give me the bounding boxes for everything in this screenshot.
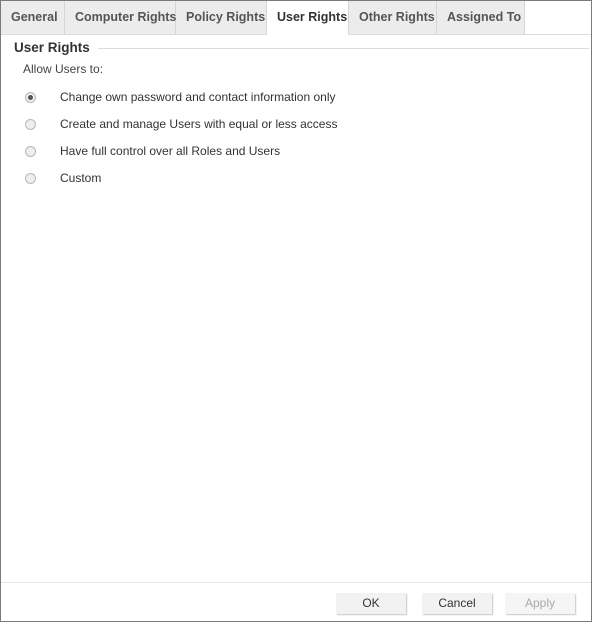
cancel-button[interactable]: Cancel xyxy=(422,593,492,614)
tab-policy-rights[interactable]: Policy Rights xyxy=(176,1,267,34)
radio-option-create-manage-users[interactable]: Create and manage Users with equal or le… xyxy=(25,117,337,131)
tab-other-rights[interactable]: Other Rights xyxy=(349,1,437,34)
tab-general[interactable]: General xyxy=(1,1,65,34)
radio-button-checked[interactable] xyxy=(25,91,36,103)
radio-label: Create and manage Users with equal or le… xyxy=(60,117,338,131)
radio-label: Change own password and contact informat… xyxy=(60,90,336,104)
radio-label: Have full control over all Roles and Use… xyxy=(60,144,281,158)
tab-assigned-to[interactable]: Assigned To xyxy=(437,1,525,34)
user-rights-dialog: General Computer Rights Policy Rights Us… xyxy=(0,0,592,622)
ok-button[interactable]: OK xyxy=(336,593,406,614)
radio-option-custom[interactable]: Custom xyxy=(25,171,101,185)
radio-option-change-own-password[interactable]: Change own password and contact informat… xyxy=(25,90,336,104)
radio-button[interactable] xyxy=(25,172,36,184)
radio-button[interactable] xyxy=(25,145,36,157)
radio-label: Custom xyxy=(60,171,102,185)
tab-bar: General Computer Rights Policy Rights Us… xyxy=(1,1,591,35)
section-title: User Rights xyxy=(14,40,90,55)
section-divider xyxy=(97,48,589,49)
footer-divider xyxy=(1,582,591,583)
tab-computer-rights[interactable]: Computer Rights xyxy=(65,1,176,34)
allow-users-label: Allow Users to: xyxy=(23,62,104,76)
apply-button[interactable]: Apply xyxy=(505,593,575,614)
section-header: User Rights xyxy=(14,40,589,55)
radio-option-full-control[interactable]: Have full control over all Roles and Use… xyxy=(25,144,280,158)
radio-button[interactable] xyxy=(25,118,36,130)
tab-user-rights[interactable]: User Rights xyxy=(267,1,349,35)
